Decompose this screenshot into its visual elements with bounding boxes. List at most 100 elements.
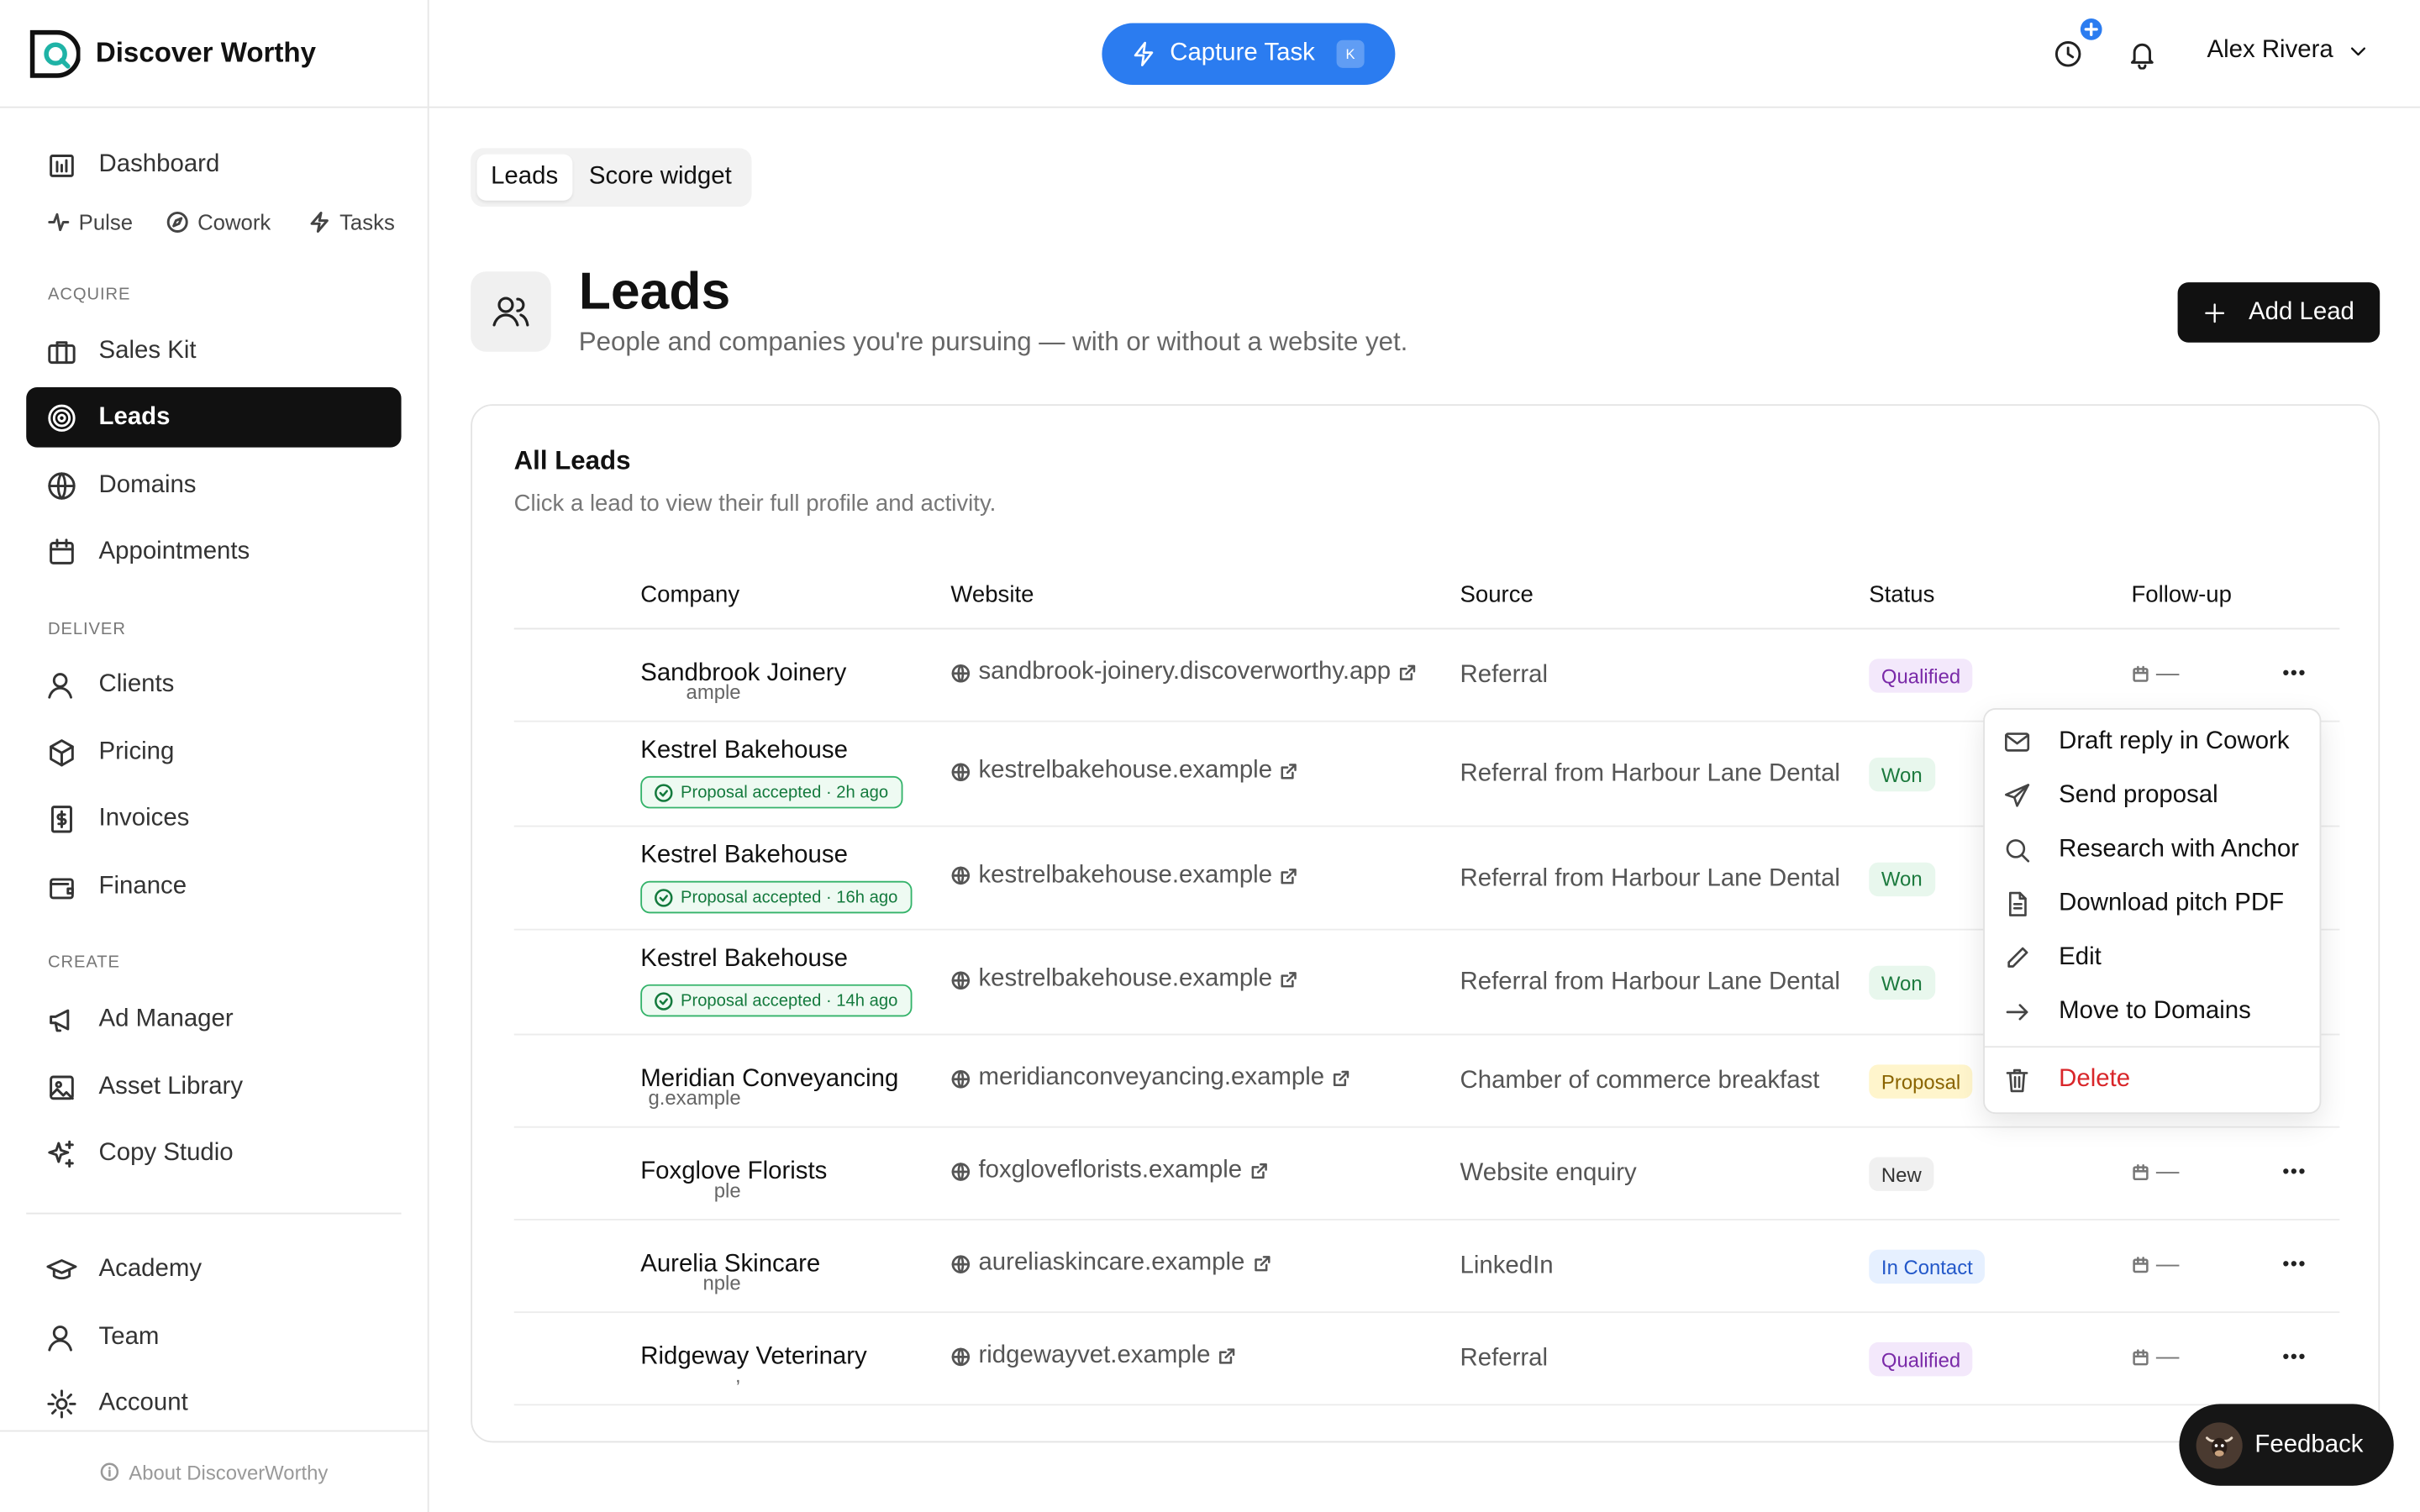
row-actions-menu: Draft reply in Cowork Send proposal Rese… <box>1983 708 2322 1115</box>
sidebar-item-label: Pricing <box>98 738 175 765</box>
sidebar-item-team[interactable]: Team <box>26 1307 401 1368</box>
sidebar-item-label: Dashboard <box>98 150 220 177</box>
globe-icon <box>951 664 971 682</box>
followup-value: — <box>2155 1343 2180 1370</box>
lead-company[interactable]: Kestrel Bakehouse <box>640 946 848 974</box>
globe-icon <box>951 970 971 990</box>
menu-item-delete[interactable]: Delete <box>2003 1066 2130 1094</box>
table-row[interactable]: nple Aurelia Skincare aureliaskincare.exam… <box>513 1221 2340 1314</box>
tab-leads[interactable]: Leads <box>476 154 572 201</box>
globe-icon <box>951 1254 971 1273</box>
sidebar-subitem-cowork[interactable]: Cowork <box>166 210 271 234</box>
add-lead-button[interactable]: Add Lead <box>2177 282 2381 343</box>
sidebar-item-copy-studio[interactable]: Copy Studio <box>26 1123 401 1184</box>
clock-icon <box>2054 41 2081 67</box>
sidebar-item-asset-library[interactable]: Asset Library <box>26 1057 401 1117</box>
sidebar-item-dashboard[interactable]: Dashboard <box>26 134 401 195</box>
menu-item-draft-reply[interactable]: Draft reply in Cowork <box>2003 728 2290 756</box>
sidebar-item-clients[interactable]: Clients <box>26 654 401 715</box>
menu-item-edit[interactable]: Edit <box>2003 944 2102 972</box>
lead-company[interactable]: Sandbrook Joinery <box>640 660 846 688</box>
sidebar-item-sales-kit[interactable]: Sales Kit <box>26 321 401 381</box>
row-actions-button[interactable]: ••• <box>2282 1152 2307 1185</box>
row-actions-button[interactable]: ••• <box>2282 1337 2307 1370</box>
lead-website-link[interactable]: kestrelbakehouse.example <box>950 758 1298 785</box>
sidebar-item-label: Academy <box>98 1255 203 1282</box>
row-actions-button[interactable]: ••• <box>2282 654 2307 687</box>
capture-task-button[interactable]: Capture Task K <box>1102 23 1396 86</box>
lead-website-link[interactable]: ridgewayvet.example <box>950 1342 1236 1370</box>
status-badge: Qualified <box>1869 659 1973 693</box>
add-lead-label: Add Lead <box>2249 298 2354 325</box>
column-header-website[interactable]: Website <box>950 581 1034 607</box>
lead-company[interactable]: Aurelia Skincare <box>640 1252 820 1279</box>
lead-website-link[interactable]: foxgloveflorists.example <box>950 1158 1268 1185</box>
menu-item-send-proposal[interactable]: Send proposal <box>2003 782 2218 810</box>
feedback-button[interactable]: Feedback <box>2179 1404 2394 1486</box>
sidebar-item-appointments[interactable]: Appointments <box>26 522 401 582</box>
column-header-source[interactable]: Source <box>1460 581 1534 607</box>
sidebar-item-account[interactable]: Account <box>26 1373 401 1434</box>
followup-date[interactable]: — <box>2131 660 2179 686</box>
table-row[interactable]: , Ridgeway Veterinary ridgewayvet.example R… <box>513 1313 2340 1406</box>
sidebar-item-finance[interactable]: Finance <box>26 856 401 916</box>
notifications-button[interactable] <box>2127 39 2158 70</box>
column-header-company[interactable]: Company <box>640 581 739 607</box>
gear-icon <box>47 1389 76 1418</box>
lead-website-link[interactable]: kestrelbakehouse.example <box>950 862 1298 890</box>
brand[interactable]: Discover Worthy <box>0 0 428 108</box>
lead-company[interactable]: Meridian Conveyancing <box>640 1066 898 1094</box>
sidebar-item-leads[interactable]: Leads <box>26 387 402 448</box>
sidebar-subitem-pulse[interactable]: Pulse <box>48 210 133 234</box>
sidebar-item-pricing[interactable]: Pricing <box>26 722 401 783</box>
menu-divider <box>1984 1046 2320 1048</box>
send-icon <box>2005 784 2030 807</box>
menu-item-move-to-domains[interactable]: Move to Domains <box>2003 998 2251 1026</box>
lead-company[interactable]: Ridgeway Veterinary <box>640 1344 867 1372</box>
sidebar-item-invoices[interactable]: Invoices <box>26 789 401 849</box>
followup-date[interactable]: — <box>2131 1344 2179 1370</box>
external-link-icon <box>1334 1070 1349 1086</box>
followup-date[interactable]: — <box>2131 1252 2179 1278</box>
table-row[interactable]: ple Foxglove Florists foxgloveflorists.exa… <box>513 1128 2340 1221</box>
menu-item-download-pdf[interactable]: Download pitch PDF <box>2003 890 2284 918</box>
lead-website-link[interactable]: aureliaskincare.example <box>950 1250 1270 1278</box>
tab-score-widget[interactable]: Score widget <box>575 155 745 201</box>
plus-badge-icon <box>2080 18 2102 40</box>
lead-company[interactable]: Kestrel Bakehouse <box>640 843 848 870</box>
external-link-icon <box>1219 1348 1235 1364</box>
feedback-avatar <box>2196 1421 2243 1468</box>
brand-name: Discover Worthy <box>95 37 317 68</box>
globe-icon <box>951 762 971 781</box>
lead-website-link[interactable]: meridianconveyancing.example <box>950 1064 1350 1092</box>
user-menu[interactable]: Alex Rivera <box>2207 37 2370 65</box>
row-actions-button[interactable]: ••• <box>2282 1245 2307 1278</box>
globe-icon <box>951 1069 971 1088</box>
about-link[interactable]: About DiscoverWorthy <box>0 1430 429 1512</box>
globe-icon <box>48 471 76 499</box>
lead-company[interactable]: Kestrel Bakehouse <box>640 738 848 765</box>
status-badge: In Contact <box>1869 1249 1986 1284</box>
sidebar-item-academy[interactable]: Academy <box>26 1239 401 1299</box>
column-header-status[interactable]: Status <box>1869 581 1934 607</box>
followup-value: — <box>2155 1158 2180 1185</box>
trash-icon <box>2006 1068 2028 1093</box>
card-title: All Leads <box>513 445 631 475</box>
history-button[interactable] <box>2053 39 2084 70</box>
page-subtitle: People and companies you're pursuing — w… <box>578 327 1408 357</box>
lead-website-link[interactable]: sandbrook-joinery.discoverworthy.app <box>950 659 1417 686</box>
menu-item-label: Delete <box>2059 1066 2131 1093</box>
column-header-followup[interactable]: Follow-up <box>2131 581 2231 607</box>
sidebar-item-ad-manager[interactable]: Ad Manager <box>26 989 401 1049</box>
followup-date[interactable]: — <box>2131 1158 2180 1185</box>
lead-source: Referral from Harbour Lane Dental <box>1460 969 1840 995</box>
menu-item-research[interactable]: Research with Anchor <box>2003 836 2299 864</box>
status-badge: Won <box>1869 965 1935 1000</box>
sidebar-item-domains[interactable]: Domains <box>26 455 401 516</box>
lead-company[interactable]: Foxglove Florists <box>640 1158 827 1186</box>
lead-website-link[interactable]: kestrelbakehouse.example <box>950 966 1298 994</box>
website-url: kestrelbakehouse.example <box>978 861 1273 889</box>
graduation-cap-icon <box>46 1258 77 1279</box>
app: Discover Worthy Dashboard Pulse Cowork T… <box>0 0 2420 1512</box>
sidebar-subitem-tasks[interactable]: Tasks <box>308 210 395 234</box>
